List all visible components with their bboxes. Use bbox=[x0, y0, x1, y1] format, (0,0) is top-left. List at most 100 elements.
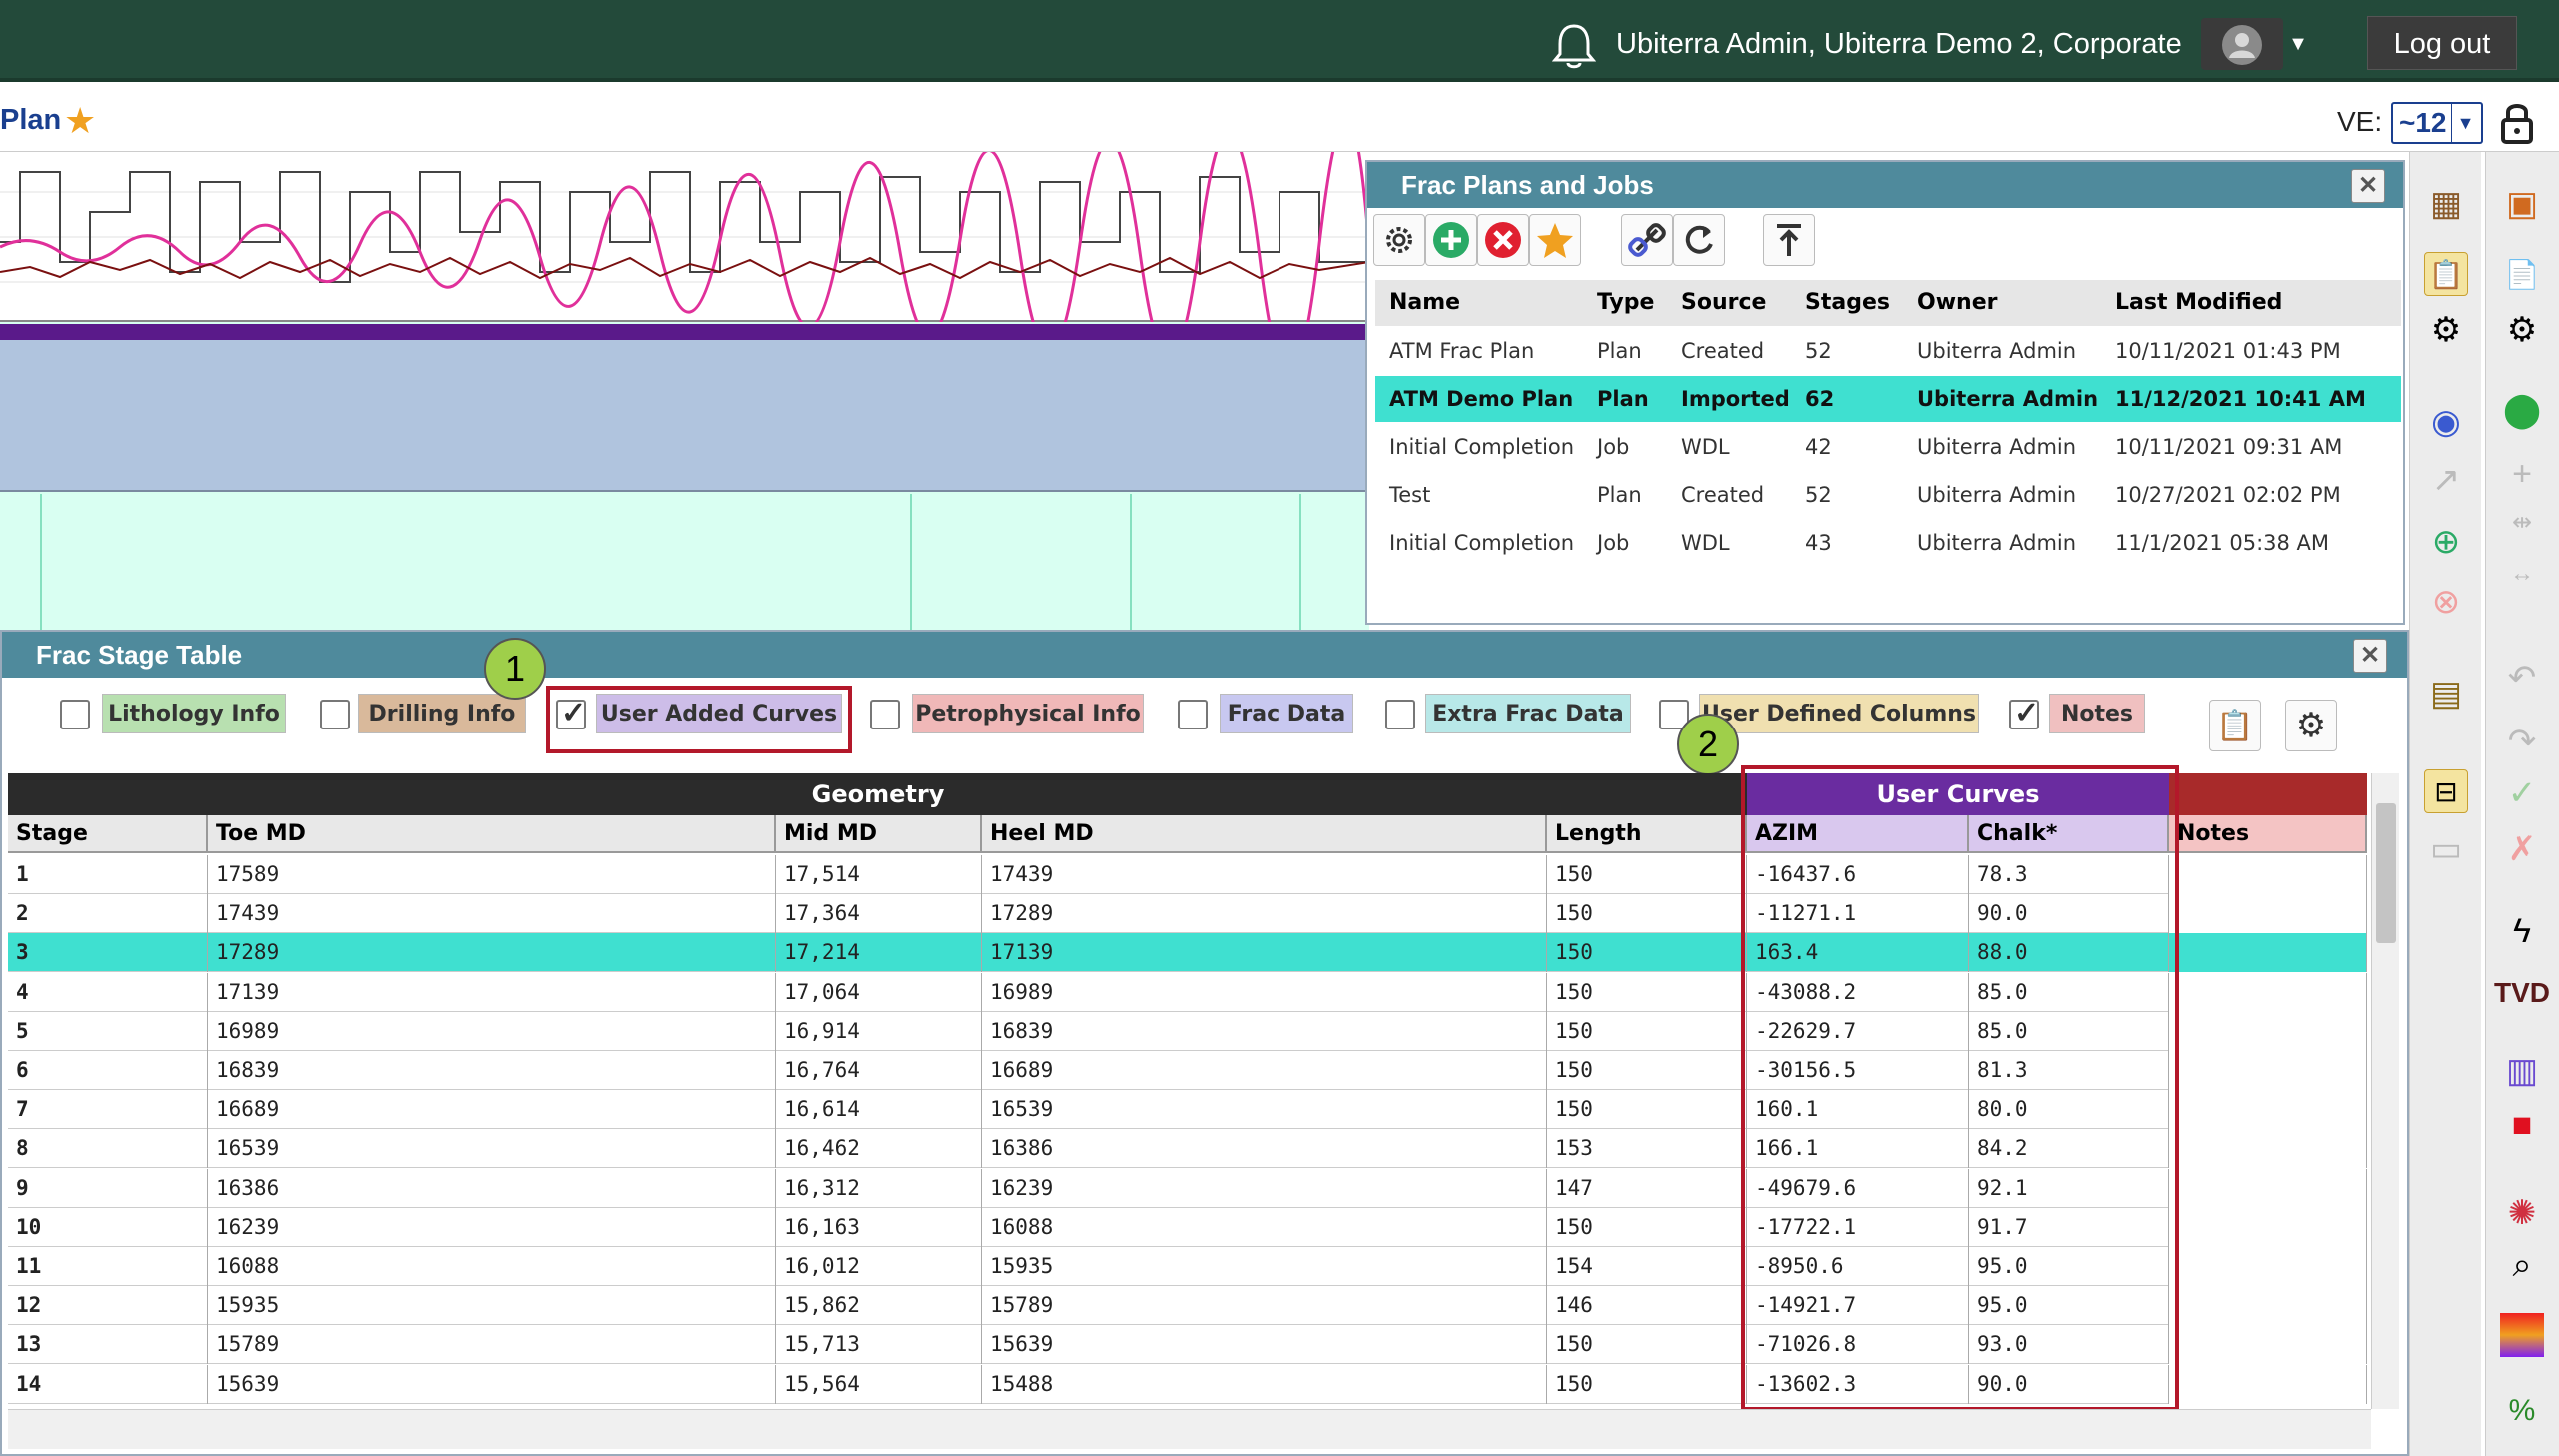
link-icon[interactable] bbox=[1621, 214, 1673, 266]
close-icon[interactable]: ✕ bbox=[2351, 169, 2385, 203]
cell-stage: 9 bbox=[8, 1168, 208, 1208]
plan-row[interactable]: ATM Demo Plan Plan Imported 62 Ubiterra Admi… bbox=[1375, 376, 2401, 422]
vertical-scrollbar[interactable] bbox=[2371, 773, 2399, 1409]
ve-select[interactable]: ~12 ▼ bbox=[2391, 102, 2483, 144]
column-header[interactable]: Source bbox=[1681, 280, 1766, 326]
gear-icon[interactable] bbox=[1373, 214, 1425, 266]
cell-stage: 14 bbox=[8, 1364, 208, 1404]
ve-label: VE: bbox=[2337, 106, 2383, 137]
option-checkbox[interactable] bbox=[320, 700, 350, 729]
cell-heel-md: 16689 bbox=[982, 1051, 1547, 1090]
plan-row[interactable]: Test Plan Created 52 Ubiterra Admin 10/27/202… bbox=[1375, 472, 2401, 518]
horizontal-scrollbar[interactable] bbox=[8, 1409, 2371, 1449]
globe-icon[interactable]: ✺ bbox=[2500, 1191, 2544, 1235]
chevron-down-icon[interactable]: ▼ bbox=[2283, 22, 2313, 66]
resize-icon[interactable]: ↔ bbox=[2500, 552, 2544, 596]
column-header[interactable]: Last Modified bbox=[2115, 280, 2282, 326]
plan-row[interactable]: Initial Completion Job WDL 43 Ubiterra Admin… bbox=[1375, 520, 2401, 566]
map-pin-icon[interactable]: ⬤ bbox=[2500, 388, 2544, 432]
upload-icon[interactable] bbox=[1763, 214, 1815, 266]
column-header-toe-md[interactable]: Toe MD bbox=[208, 815, 776, 853]
plan-cell-owner: Ubiterra Admin bbox=[1917, 339, 2077, 363]
cell-notes bbox=[2169, 1051, 2367, 1090]
log-track bbox=[0, 116, 1371, 377]
option-label[interactable]: Lithology Info bbox=[102, 694, 286, 733]
clipboard-icon[interactable]: 📋 bbox=[2424, 252, 2468, 296]
table-icon[interactable]: ▤ bbox=[2424, 672, 2468, 716]
gear-icon[interactable]: ⚙ bbox=[2500, 308, 2544, 352]
column-header[interactable]: Name bbox=[1389, 280, 1460, 326]
check-icon[interactable]: ✓ bbox=[2500, 771, 2544, 815]
zoom-icon[interactable]: ⌕ bbox=[2500, 1243, 2544, 1287]
percent-icon[interactable]: % bbox=[2500, 1389, 2544, 1433]
option-checkbox[interactable] bbox=[1178, 700, 1208, 729]
clipboard-icon[interactable]: 📋 bbox=[2209, 700, 2261, 751]
frac-plans-panel: Frac Plans and Jobs ✕ Name Type Source S… bbox=[1365, 160, 2405, 625]
gear-icon[interactable]: ⚙ bbox=[2285, 700, 2337, 751]
add-icon[interactable]: ⊕ bbox=[2424, 520, 2468, 564]
close-icon[interactable]: ✕ bbox=[2353, 639, 2387, 673]
cancel-icon[interactable]: ✗ bbox=[2500, 827, 2544, 871]
bell-icon[interactable] bbox=[1551, 22, 1597, 70]
column-header[interactable]: Stages bbox=[1805, 280, 1890, 326]
delete-icon[interactable]: ⊗ bbox=[2424, 580, 2468, 624]
tape-icon[interactable]: ▭ bbox=[2424, 827, 2468, 871]
layers-icon[interactable]: ▣ bbox=[2500, 182, 2544, 226]
cell-length: 150 bbox=[1547, 933, 1747, 973]
lock-icon[interactable] bbox=[2499, 100, 2535, 146]
color-scale-icon[interactable] bbox=[2500, 1313, 2544, 1357]
option-label[interactable]: Drilling Info bbox=[358, 694, 526, 733]
cell-length: 150 bbox=[1547, 1011, 1747, 1051]
external-link-icon[interactable]: ↗ bbox=[2424, 458, 2468, 502]
user-avatar-icon[interactable] bbox=[2201, 18, 2283, 70]
column-header[interactable]: Type bbox=[1597, 280, 1654, 326]
red-block-icon[interactable]: ■ bbox=[2500, 1103, 2544, 1147]
scrollbar-thumb[interactable] bbox=[2376, 803, 2396, 943]
section-canvas[interactable] bbox=[0, 116, 1371, 634]
seismic-icon[interactable]: ▦ bbox=[2424, 182, 2468, 226]
logout-button[interactable]: Log out bbox=[2367, 16, 2517, 70]
delete-icon[interactable] bbox=[1477, 214, 1529, 266]
column-header-stage[interactable]: Stage bbox=[8, 815, 208, 853]
ruler-icon[interactable]: ⊟ bbox=[2424, 769, 2468, 813]
cell-mid-md: 15,862 bbox=[776, 1286, 982, 1326]
redo-icon[interactable]: ↷ bbox=[2500, 720, 2544, 763]
ve-value: ~12 bbox=[2399, 107, 2447, 138]
cell-stage: 7 bbox=[8, 1090, 208, 1130]
option-label[interactable]: Notes bbox=[2049, 694, 2145, 733]
notes-icon[interactable]: 📄 bbox=[2500, 252, 2544, 296]
column-header[interactable]: Owner bbox=[1917, 280, 1997, 326]
column-header-mid-md[interactable]: Mid MD bbox=[776, 815, 982, 853]
split-icon[interactable]: ⇹ bbox=[2500, 500, 2544, 544]
gear-icon[interactable]: ⚙ bbox=[2424, 308, 2468, 352]
option-label[interactable]: User Defined Columns bbox=[1699, 694, 1979, 733]
add-icon[interactable] bbox=[1425, 214, 1477, 266]
page-title: Plan bbox=[0, 104, 62, 136]
favorite-star-icon[interactable]: ★ bbox=[64, 100, 96, 142]
cell-notes bbox=[2169, 1168, 2367, 1208]
plan-row[interactable]: ATM Frac Plan Plan Created 52 Ubiterra Admin… bbox=[1375, 328, 2401, 374]
option-checkbox[interactable] bbox=[870, 700, 900, 729]
option-checkbox[interactable] bbox=[1385, 700, 1415, 729]
option-label[interactable]: Extra Frac Data bbox=[1425, 694, 1631, 733]
option-label[interactable]: Petrophysical Info bbox=[912, 694, 1144, 733]
option-checkbox[interactable] bbox=[60, 700, 90, 729]
lightning-icon[interactable]: ϟ bbox=[2500, 909, 2544, 953]
star-icon[interactable] bbox=[1529, 214, 1581, 266]
option-checkbox[interactable] bbox=[2009, 696, 2039, 730]
option-label[interactable]: Frac Data bbox=[1220, 694, 1353, 733]
compass-icon[interactable]: ◉ bbox=[2424, 400, 2468, 444]
plus-icon[interactable]: + bbox=[2500, 452, 2544, 496]
tvd-button[interactable]: TVD bbox=[2494, 971, 2550, 1015]
plan-cell-type: Job bbox=[1597, 435, 1630, 459]
column-header-heel-md[interactable]: Heel MD bbox=[982, 815, 1547, 853]
bars-icon[interactable]: ▥ bbox=[2500, 1049, 2544, 1093]
cell-stage: 10 bbox=[8, 1207, 208, 1247]
undo-icon[interactable]: ↶ bbox=[2500, 656, 2544, 700]
plan-row[interactable]: Initial Completion Job WDL 42 Ubiterra Admin… bbox=[1375, 424, 2401, 470]
column-header-length[interactable]: Length bbox=[1547, 815, 1747, 853]
plan-cell-stages: 62 bbox=[1805, 387, 1835, 411]
column-header-notes[interactable]: Notes bbox=[2169, 815, 2367, 853]
cell-stage: 3 bbox=[8, 933, 208, 973]
refresh-icon[interactable] bbox=[1673, 214, 1725, 266]
